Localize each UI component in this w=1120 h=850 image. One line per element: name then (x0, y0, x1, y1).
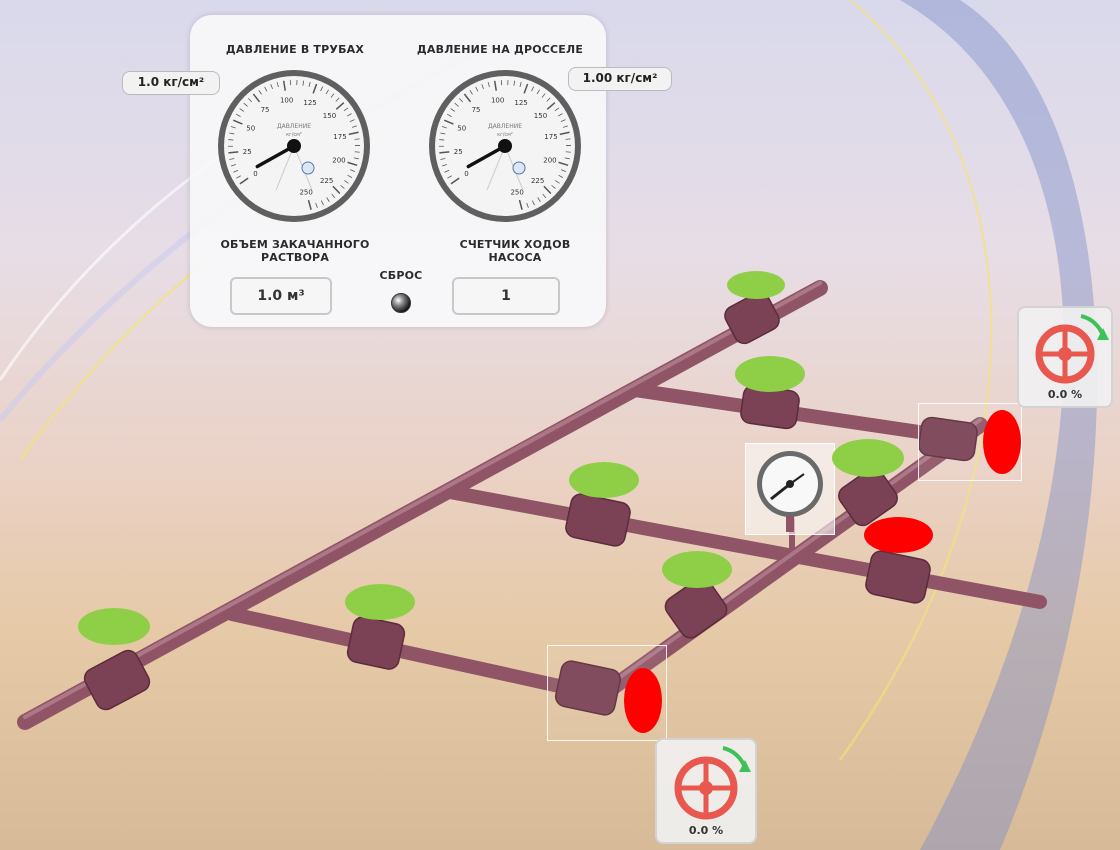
pipe-gauge-tick-label: 150 (323, 112, 336, 120)
choke-gauge-tick-label: 75 (472, 106, 481, 114)
valve-marker-closed[interactable] (864, 517, 933, 553)
reset-label: СБРОС (379, 269, 423, 282)
valve-top-percent: 0.0 % (1047, 388, 1083, 401)
pipe-pressure-readout: 1.0 кг/см² (122, 71, 220, 95)
pipe-gauge-tick-mark (354, 138, 360, 140)
choke-gauge-unit-text: кг/см² (497, 132, 513, 138)
choke-pressure-dial: 0 25 50 75 100 125 150 175 200 225 250 ДАВЛЕНИЕ кг/с… (429, 70, 581, 222)
valve-marker-open[interactable] (662, 551, 732, 588)
choke-gauge-tick-label: 50 (457, 125, 466, 133)
pipe-pressure-gauge[interactable] (745, 443, 835, 535)
choke-gauge-tick-mark (565, 138, 571, 140)
valve-marker-closed[interactable] (983, 410, 1021, 474)
choke-gauge-brand-text: ДАВЛЕНИЕ (488, 123, 522, 130)
valve-wheel-icon (674, 746, 751, 820)
valve-marker-open[interactable] (78, 608, 150, 645)
pipe-gauge-tick-label: 200 (332, 157, 345, 165)
control-panel: ДАВЛЕНИЕ В ТРУБАХ ДАВЛЕНИЕ НА ДРОССЕЛЕ 0… (190, 15, 606, 327)
valve-bottom-percent: 0.0 % (688, 824, 724, 837)
pipe-pressure-dial: 0 25 50 75 100 125 150 175 200 225 250 ДАВЛЕНИЕ кг/с… (218, 70, 370, 222)
valve-marker-open[interactable] (735, 356, 805, 392)
pipeline-scene: ДАВЛЕНИЕ В ТРУБАХ ДАВЛЕНИЕ НА ДРОССЕЛЕ 0… (0, 0, 1120, 850)
choke-pressure-readout: 1.00 кг/см² (568, 67, 672, 91)
reset-button[interactable] (391, 293, 411, 313)
valve-marker-open[interactable] (569, 462, 639, 498)
pipe-gauge-tick-label: 50 (246, 125, 255, 133)
choke-gauge-tick-label: 175 (544, 133, 557, 141)
choke-gauge-tick-label: 150 (534, 112, 547, 120)
pipe-gauge-tick-label: 175 (333, 133, 346, 141)
valve-marker-closed[interactable] (624, 668, 662, 733)
valve-marker-open[interactable] (727, 271, 785, 299)
gauge-right-title: ДАВЛЕНИЕ НА ДРОССЕЛЕ (416, 43, 584, 56)
valve-wheel-icon (1035, 314, 1109, 384)
pipe-gauge-tick-label: 125 (303, 99, 316, 107)
pipe-gauge-logo-icon (301, 161, 315, 175)
choke-gauge-tick-label: 125 (514, 99, 527, 107)
choke-gauge-tick-mark (439, 151, 450, 154)
branch-pipe-3 (225, 607, 607, 702)
pipe-gauge-dial-icon (757, 451, 823, 532)
volume-value-field: 1.0 м³ (230, 277, 332, 315)
valve-control-bottom[interactable]: 0.0 % (655, 738, 757, 844)
choke-gauge-tick-label: 0 (464, 170, 468, 178)
pipe-gauge-tick-label: 25 (243, 148, 252, 156)
counter-label: СЧЕТЧИК ХОДОВ НАСОСА (459, 238, 571, 264)
choke-gauge-tick-label: 100 (491, 97, 504, 105)
pipe-gauge-tick-label: 250 (299, 188, 312, 196)
valve-marker-open[interactable] (832, 439, 904, 477)
valve-control-top-right[interactable]: 0.0 % (1017, 306, 1113, 408)
valve-marker-open[interactable] (345, 584, 415, 620)
volume-label: ОБЪЕМ ЗАКАЧАННОГО РАСТВОРА (220, 238, 370, 264)
pipe-gauge-needle-hub (287, 139, 301, 153)
choke-gauge-needle-hub (498, 139, 512, 153)
gauge-left-title: ДАВЛЕНИЕ В ТРУБАХ (225, 43, 365, 56)
pipe-gauge-tick-label: 225 (320, 177, 333, 185)
pipe-gauge-unit-text: кг/см² (286, 132, 302, 138)
choke-gauge-logo-icon (512, 161, 526, 175)
choke-gauge-tick-label: 25 (454, 148, 463, 156)
pipe-gauge-tick-label: 0 (253, 170, 257, 178)
pipe-gauge-tick-label: 100 (280, 97, 293, 105)
pump-counter-field: 1 (452, 277, 560, 315)
choke-gauge-tick-label: 250 (510, 188, 523, 196)
choke-gauge-tick-label: 225 (531, 177, 544, 185)
pipe-gauge-tick-mark (228, 151, 239, 154)
pipe-gauge-tick-label: 75 (261, 106, 270, 114)
choke-gauge-tick-label: 200 (543, 157, 556, 165)
pipe-gauge-brand-text: ДАВЛЕНИЕ (277, 123, 311, 130)
